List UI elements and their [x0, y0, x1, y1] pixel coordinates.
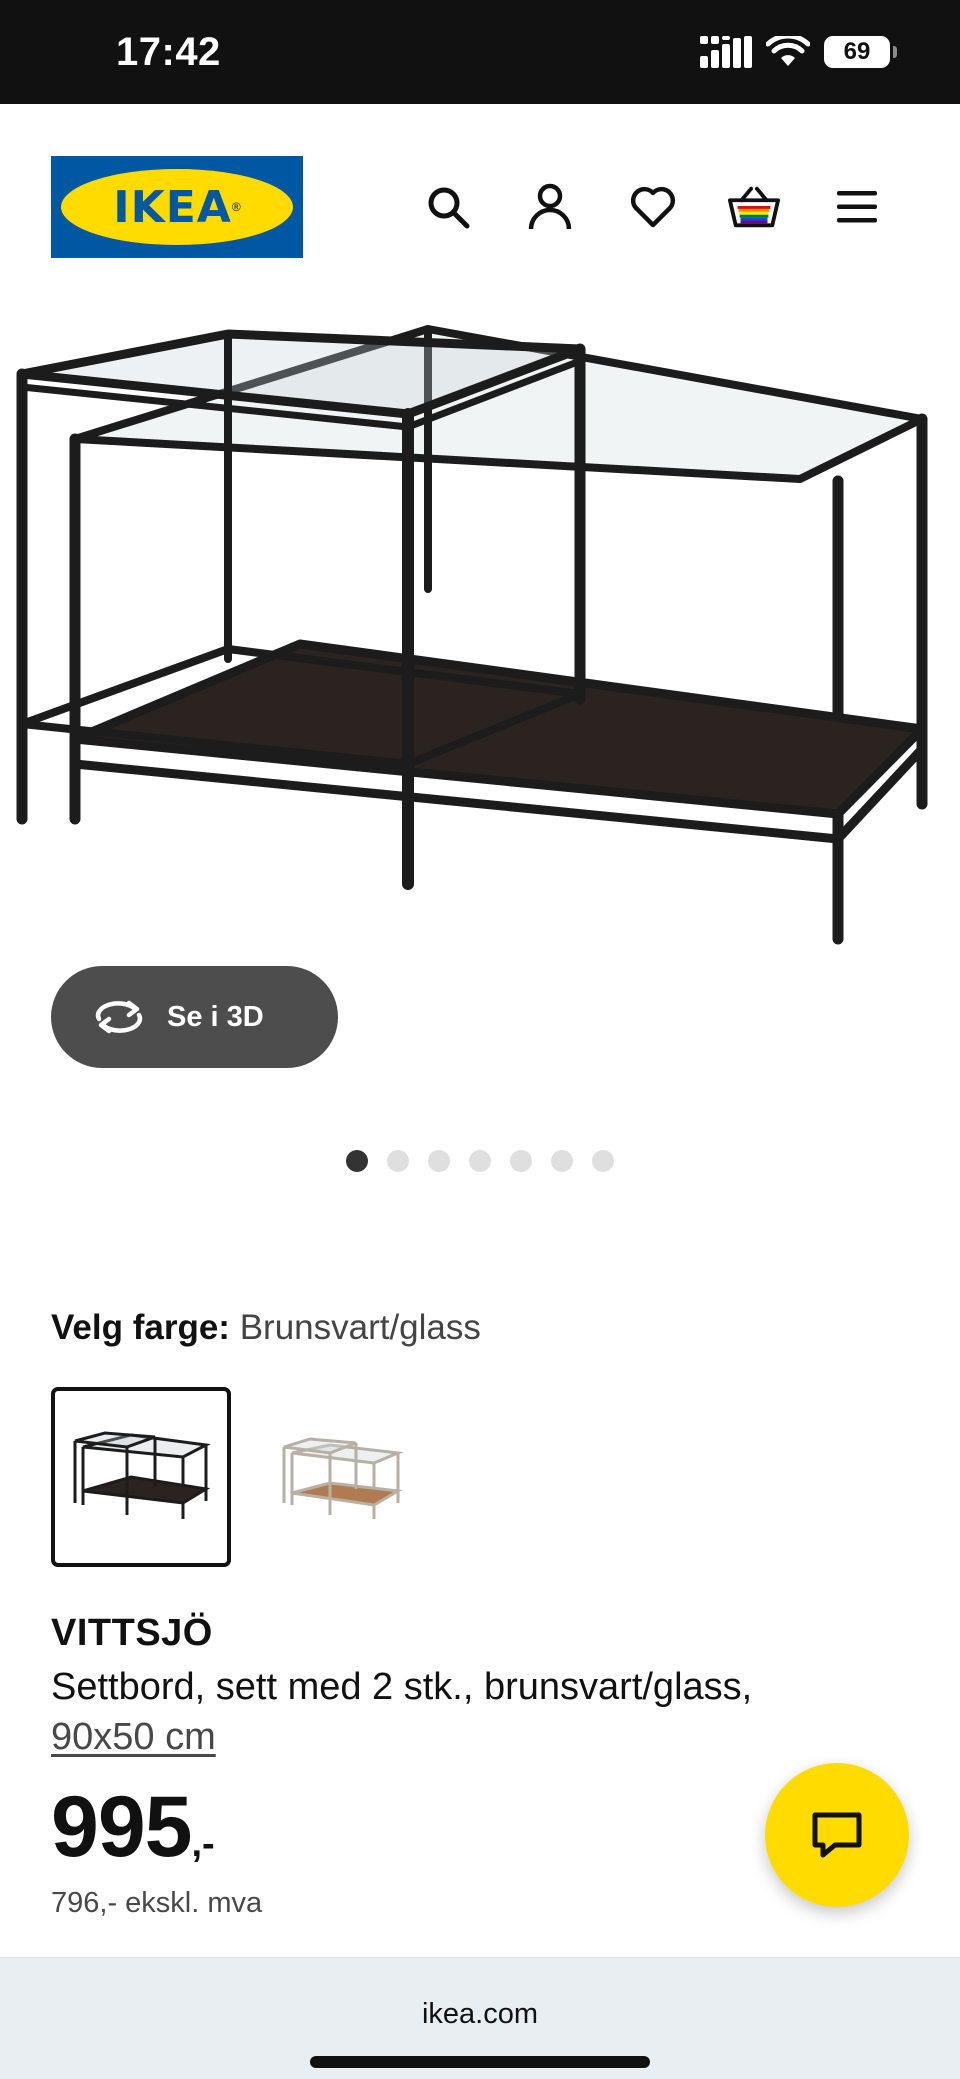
pagination-dot[interactable] — [510, 1150, 532, 1172]
view-in-3d-label: Se i 3D — [167, 1000, 264, 1033]
product-price: 995,- — [51, 1778, 215, 1877]
ikea-logo[interactable]: IKEA ® — [51, 156, 303, 258]
product-image[interactable] — [0, 309, 960, 989]
home-indicator — [310, 2056, 650, 2068]
chat-button[interactable] — [765, 1763, 909, 1907]
battery-indicator: 69 — [824, 36, 897, 68]
pagination-dot[interactable] — [387, 1150, 409, 1172]
color-swatch-white-stained-oak[interactable] — [250, 1387, 430, 1567]
price-integer: 995 — [51, 1779, 192, 1875]
pagination-dot[interactable] — [346, 1150, 368, 1172]
heart-icon[interactable] — [627, 181, 679, 233]
price-excluding-vat: 796,- ekskl. mva — [51, 1887, 263, 1919]
color-swatch-black-brown[interactable] — [51, 1387, 231, 1567]
price-suffix: ,- — [191, 1823, 215, 1865]
logo-oval: IKEA ® — [61, 169, 293, 245]
status-bar: 17:42 69 — [0, 0, 960, 104]
rotate-3d-icon — [95, 1000, 143, 1034]
browser-address-bar: ikea.com — [0, 1957, 960, 2079]
product-size-link[interactable]: 90x50 cm — [51, 1712, 216, 1762]
gallery-pagination — [346, 1150, 614, 1172]
pagination-dot[interactable] — [428, 1150, 450, 1172]
color-selector-label: Velg farge: Brunsvart/glass — [51, 1308, 481, 1348]
site-header: IKEA ® — [0, 104, 960, 309]
pagination-dot[interactable] — [551, 1150, 573, 1172]
menu-icon[interactable] — [831, 181, 883, 233]
browser-url[interactable]: ikea.com — [0, 1998, 960, 2031]
wifi-icon — [766, 36, 810, 66]
product-name: VITTSJÖ — [51, 1612, 213, 1654]
pagination-dot[interactable] — [592, 1150, 614, 1172]
logo-text: IKEA — [113, 181, 232, 233]
search-icon[interactable] — [422, 181, 474, 233]
account-icon[interactable] — [524, 181, 576, 233]
pagination-dot[interactable] — [469, 1150, 491, 1172]
chat-icon — [812, 1812, 862, 1858]
color-value: Brunsvart/glass — [239, 1308, 481, 1347]
registered-mark: ® — [231, 200, 241, 214]
basket-icon[interactable] — [728, 181, 780, 233]
status-icons: 69 — [700, 36, 897, 68]
status-time: 17:42 — [116, 30, 221, 74]
product-description: Settbord, sett med 2 stk., brunsvart/gla… — [51, 1666, 753, 1708]
view-in-3d-button[interactable]: Se i 3D — [51, 966, 338, 1068]
signal-icon — [700, 36, 752, 68]
color-label: Velg farge: — [51, 1308, 230, 1347]
